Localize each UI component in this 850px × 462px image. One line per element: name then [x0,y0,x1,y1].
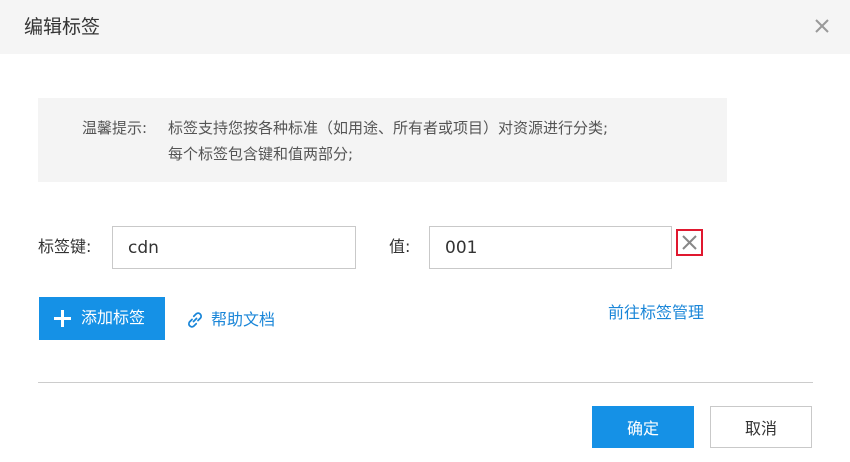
help-docs-link[interactable]: 帮助文档 [184,308,275,332]
tag-key-label: 标签键: [38,237,92,256]
dialog-header: 编辑标签 [0,0,850,54]
tag-value-input[interactable] [429,226,672,269]
remove-tag-button[interactable] [676,229,703,256]
go-tag-management-link[interactable]: 前往标签管理 [608,302,704,324]
plus-icon [54,310,71,327]
tip-box: 温馨提示: 标签支持您按各种标准（如用途、所有者或项目）对资源进行分类; 每个标… [38,98,727,182]
close-icon [682,235,697,250]
dialog-title: 编辑标签 [24,16,101,38]
add-tag-label: 添加标签 [81,308,146,327]
link-icon [184,309,206,331]
close-button[interactable] [810,14,834,38]
tag-key-input[interactable] [112,226,356,269]
footer-divider [38,382,813,383]
close-icon [815,19,829,33]
tip-line: 标签支持您按各种标准（如用途、所有者或项目）对资源进行分类; [168,119,609,137]
help-docs-label: 帮助文档 [211,310,276,329]
tip-label: 温馨提示: [82,119,148,137]
edit-tags-dialog: 编辑标签 温馨提示: 标签支持您按各种标准（如用途、所有者或项目）对资源进行分类… [0,0,850,462]
cancel-button[interactable]: 取消 [710,406,812,448]
ok-button[interactable]: 确定 [592,406,694,448]
add-tag-button[interactable]: 添加标签 [39,297,165,340]
tag-value-label: 值: [389,237,411,256]
tip-line: 每个标签包含键和值两部分; [168,145,354,163]
